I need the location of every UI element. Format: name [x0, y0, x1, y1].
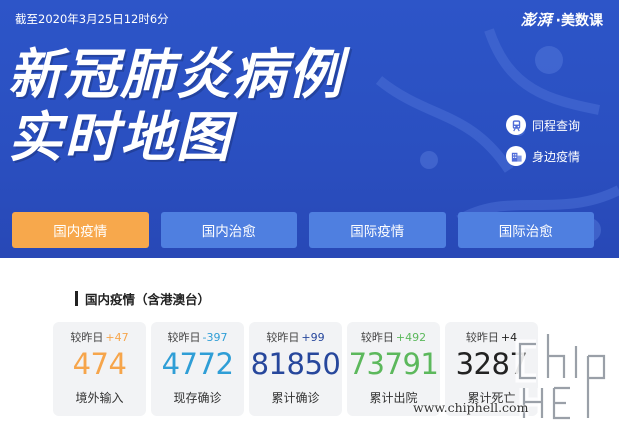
stat-delta: 较昨日 +492 [347, 329, 440, 344]
stat-label: 现存确诊 [173, 391, 222, 405]
stat-card-imported: 较昨日 +47 474 境外输入 [53, 322, 146, 416]
page-title-line2: 实时地图 [8, 106, 232, 169]
stat-delta: 较昨日 +47 [53, 329, 146, 344]
stat-value: 3287 [455, 347, 528, 381]
tab-domestic-recovered[interactable]: 国内治愈 [160, 212, 297, 248]
stat-label: 累计确诊 [271, 391, 320, 405]
same-trip-query-link[interactable]: 同程查询 [506, 114, 580, 136]
building-icon [506, 146, 526, 166]
stat-delta: 较昨日 +4 [445, 329, 538, 344]
stat-label: 境外输入 [75, 391, 124, 405]
stat-delta-prefix: 较昨日 [167, 331, 201, 344]
stat-delta: 较昨日 +99 [249, 329, 342, 344]
stat-value: 81850 [250, 347, 341, 381]
stat-delta-prefix: 较昨日 [465, 331, 499, 344]
page-title-line1: 新冠肺炎病例 [8, 43, 344, 106]
watermark-url: www.chiphell.com [413, 400, 529, 415]
stat-delta-value: +99 [301, 331, 325, 344]
stat-delta-value: +492 [395, 331, 427, 344]
stat-delta-prefix: 较昨日 [70, 331, 104, 344]
tab-international-outbreak[interactable]: 国际疫情 [309, 212, 446, 248]
hero-banner: 截至2020年3月25日12时6分 澎湃 ·美数课 新冠肺炎病例 实时地图 同程… [0, 0, 619, 258]
nearby-outbreak-label: 身边疫情 [532, 149, 581, 164]
stat-delta-value: +4 [500, 331, 518, 344]
stat-delta-prefix: 较昨日 [266, 331, 300, 344]
train-icon [506, 115, 526, 135]
stat-delta: 较昨日 -397 [151, 329, 244, 344]
stat-value: 474 [72, 347, 127, 381]
nearby-outbreak-link[interactable]: 身边疫情 [506, 145, 580, 167]
section-title-text: 国内疫情（含港澳台） [85, 291, 211, 307]
brand-logo: 澎湃 [520, 11, 553, 29]
stat-delta-value: -397 [202, 331, 228, 344]
stat-delta-value: +47 [105, 331, 129, 344]
brand: 澎湃 ·美数课 [521, 9, 603, 30]
stat-value: 4772 [161, 347, 234, 381]
tab-domestic-outbreak[interactable]: 国内疫情 [12, 212, 149, 248]
page: 截至2020年3月25日12时6分 澎湃 ·美数课 新冠肺炎病例 实时地图 同程… [0, 0, 619, 443]
stat-card-total-confirmed: 较昨日 +99 81850 累计确诊 [249, 322, 342, 416]
update-time: 截至2020年3月25日12时6分 [15, 12, 169, 26]
section-title-bar [75, 290, 78, 306]
same-trip-query-label: 同程查询 [532, 118, 581, 133]
tab-bar: 国内疫情 国内治愈 国际疫情 国际治愈 [12, 212, 594, 248]
stat-value: 73791 [348, 347, 439, 381]
section-title: 国内疫情（含港澳台） [75, 290, 211, 307]
tab-international-recovered[interactable]: 国际治愈 [457, 212, 594, 248]
stat-delta-prefix: 较昨日 [360, 331, 394, 344]
stat-card-current-confirmed: 较昨日 -397 4772 现存确诊 [151, 322, 244, 416]
brand-name: ·美数课 [555, 12, 603, 29]
